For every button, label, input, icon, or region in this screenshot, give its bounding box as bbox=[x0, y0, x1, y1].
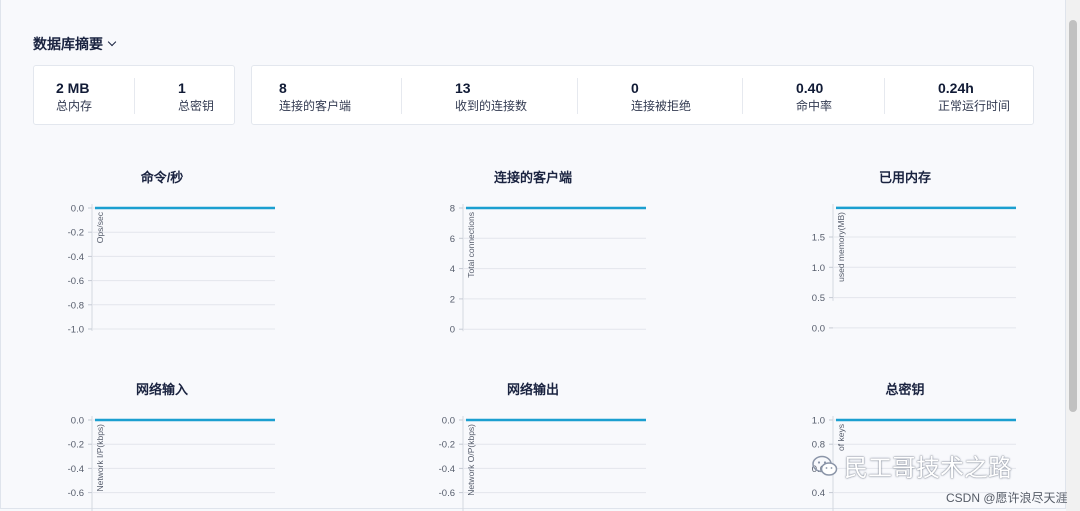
chart-connected-clients: 8 6 4 2 0 Total connections bbox=[450, 204, 646, 336]
chart-commands-per-sec: 0.0 -0.2 -0.4 -0.6 -0.8 -1.0 Ops/sec bbox=[68, 204, 275, 336]
y-axis-label: Total connections bbox=[466, 212, 476, 278]
tick-label: 1.5 bbox=[812, 233, 825, 244]
tick-label: 0.0 bbox=[812, 323, 825, 334]
tick-label: 0.0 bbox=[71, 416, 84, 427]
stat-value: 2 MB bbox=[56, 80, 90, 96]
stat-received-connections: 13 收到的连接数 bbox=[455, 80, 527, 114]
y-axis-label: of keys bbox=[836, 424, 846, 451]
divider bbox=[884, 78, 885, 114]
watermark-text: 民工哥技术之路 bbox=[844, 455, 1012, 482]
tick-label: 0 bbox=[450, 325, 455, 336]
chart-network-input: 0.0 -0.2 -0.4 -0.6 Network I/P(kbps) bbox=[68, 416, 275, 511]
csdn-credit: CSDN @愿许浪尽天涯 bbox=[946, 491, 1068, 505]
stat-label: 正常运行时间 bbox=[938, 99, 1011, 113]
chevron-down-icon bbox=[107, 37, 117, 47]
stat-total-keys: 1 总密钥 bbox=[178, 80, 214, 114]
stat-total-memory: 2 MB 总内存 bbox=[56, 80, 92, 114]
chart-title-memory: 已用内存 bbox=[878, 170, 931, 185]
chart-title-total-keys: 总密钥 bbox=[885, 382, 925, 397]
tick-label: -0.4 bbox=[68, 464, 84, 475]
tick-label: -0.6 bbox=[68, 488, 84, 499]
tick-label: 8 bbox=[450, 204, 455, 215]
watermark: 民工哥技术之路 bbox=[812, 448, 1012, 483]
chart-network-output: 0.0 -0.2 -0.4 -0.6 Network O/P(kbps) bbox=[439, 416, 646, 511]
tick-label: -0.4 bbox=[68, 252, 84, 263]
chart-title-network-in: 网络输入 bbox=[135, 382, 188, 397]
divider bbox=[742, 78, 743, 114]
tick-label: 0.0 bbox=[442, 416, 455, 427]
stat-value: 0.40 bbox=[796, 80, 824, 96]
stats-card-memory-keys: 2 MB 总内存 1 总密钥 bbox=[33, 65, 235, 125]
divider bbox=[134, 78, 135, 114]
tick-label: -0.2 bbox=[68, 440, 84, 451]
vertical-scrollbar[interactable] bbox=[1066, 0, 1080, 511]
database-summary-toggle[interactable]: 数据库摘要 bbox=[33, 34, 117, 54]
stats-card-connections: 8 连接的客户端 13 收到的连接数 0 连接被拒绝 0.40 命中率 0.24… bbox=[251, 65, 1034, 125]
stat-label: 总密钥 bbox=[178, 99, 215, 113]
stat-label: 收到的连接数 bbox=[455, 99, 528, 113]
stat-hit-rate: 0.40 命中率 bbox=[796, 80, 832, 114]
stat-value: 1 bbox=[178, 80, 186, 96]
stat-label: 连接的客户端 bbox=[279, 99, 352, 113]
divider bbox=[401, 78, 402, 114]
stat-label: 总内存 bbox=[56, 99, 93, 113]
stat-rejected-connections: 0 连接被拒绝 bbox=[631, 80, 691, 114]
tick-label: 0.0 bbox=[71, 204, 84, 215]
divider bbox=[577, 78, 578, 114]
stat-value: 0.24h bbox=[938, 80, 974, 96]
tick-label: -0.4 bbox=[439, 464, 455, 475]
tick-label: -0.2 bbox=[68, 228, 84, 239]
tick-label: -0.6 bbox=[68, 276, 84, 287]
tick-label: -1.0 bbox=[68, 325, 84, 336]
tick-label: 0.4 bbox=[812, 488, 825, 499]
tick-label: 4 bbox=[450, 264, 455, 275]
stat-value: 8 bbox=[279, 80, 287, 96]
stat-value: 13 bbox=[455, 80, 471, 96]
scrollbar-thumb[interactable] bbox=[1069, 20, 1077, 412]
tick-label: 1.0 bbox=[812, 263, 825, 274]
stat-label: 连接被拒绝 bbox=[631, 99, 692, 113]
tick-label: 6 bbox=[450, 234, 455, 245]
tick-label: 0.5 bbox=[812, 293, 825, 304]
y-axis-label: Network O/P(kbps) bbox=[466, 424, 476, 496]
stat-uptime: 0.24h 正常运行时间 bbox=[938, 80, 1010, 114]
tick-label: 1.0 bbox=[812, 416, 825, 427]
tick-label: -0.8 bbox=[68, 300, 84, 311]
chart-title-clients: 连接的客户端 bbox=[493, 170, 572, 185]
chart-used-memory: 1.5 1.0 0.5 0.0 used memory(MB) bbox=[812, 204, 1016, 334]
summary-title: 数据库摘要 bbox=[33, 36, 103, 52]
tick-label: 2 bbox=[450, 294, 455, 305]
chart-title-network-out: 网络输出 bbox=[506, 382, 559, 397]
wechat-icon bbox=[812, 455, 838, 477]
tick-label: -0.2 bbox=[439, 440, 455, 451]
y-axis-label: used memory(MB) bbox=[836, 212, 846, 282]
chart-title-commands: 命令/秒 bbox=[140, 170, 184, 185]
stat-value: 0 bbox=[631, 80, 639, 96]
y-axis-label: Ops/sec bbox=[95, 211, 105, 243]
stat-label: 命中率 bbox=[796, 99, 833, 113]
stat-connected-clients: 8 连接的客户端 bbox=[279, 80, 351, 114]
tick-label: -0.6 bbox=[439, 488, 455, 499]
y-axis-label: Network I/P(kbps) bbox=[95, 424, 105, 492]
